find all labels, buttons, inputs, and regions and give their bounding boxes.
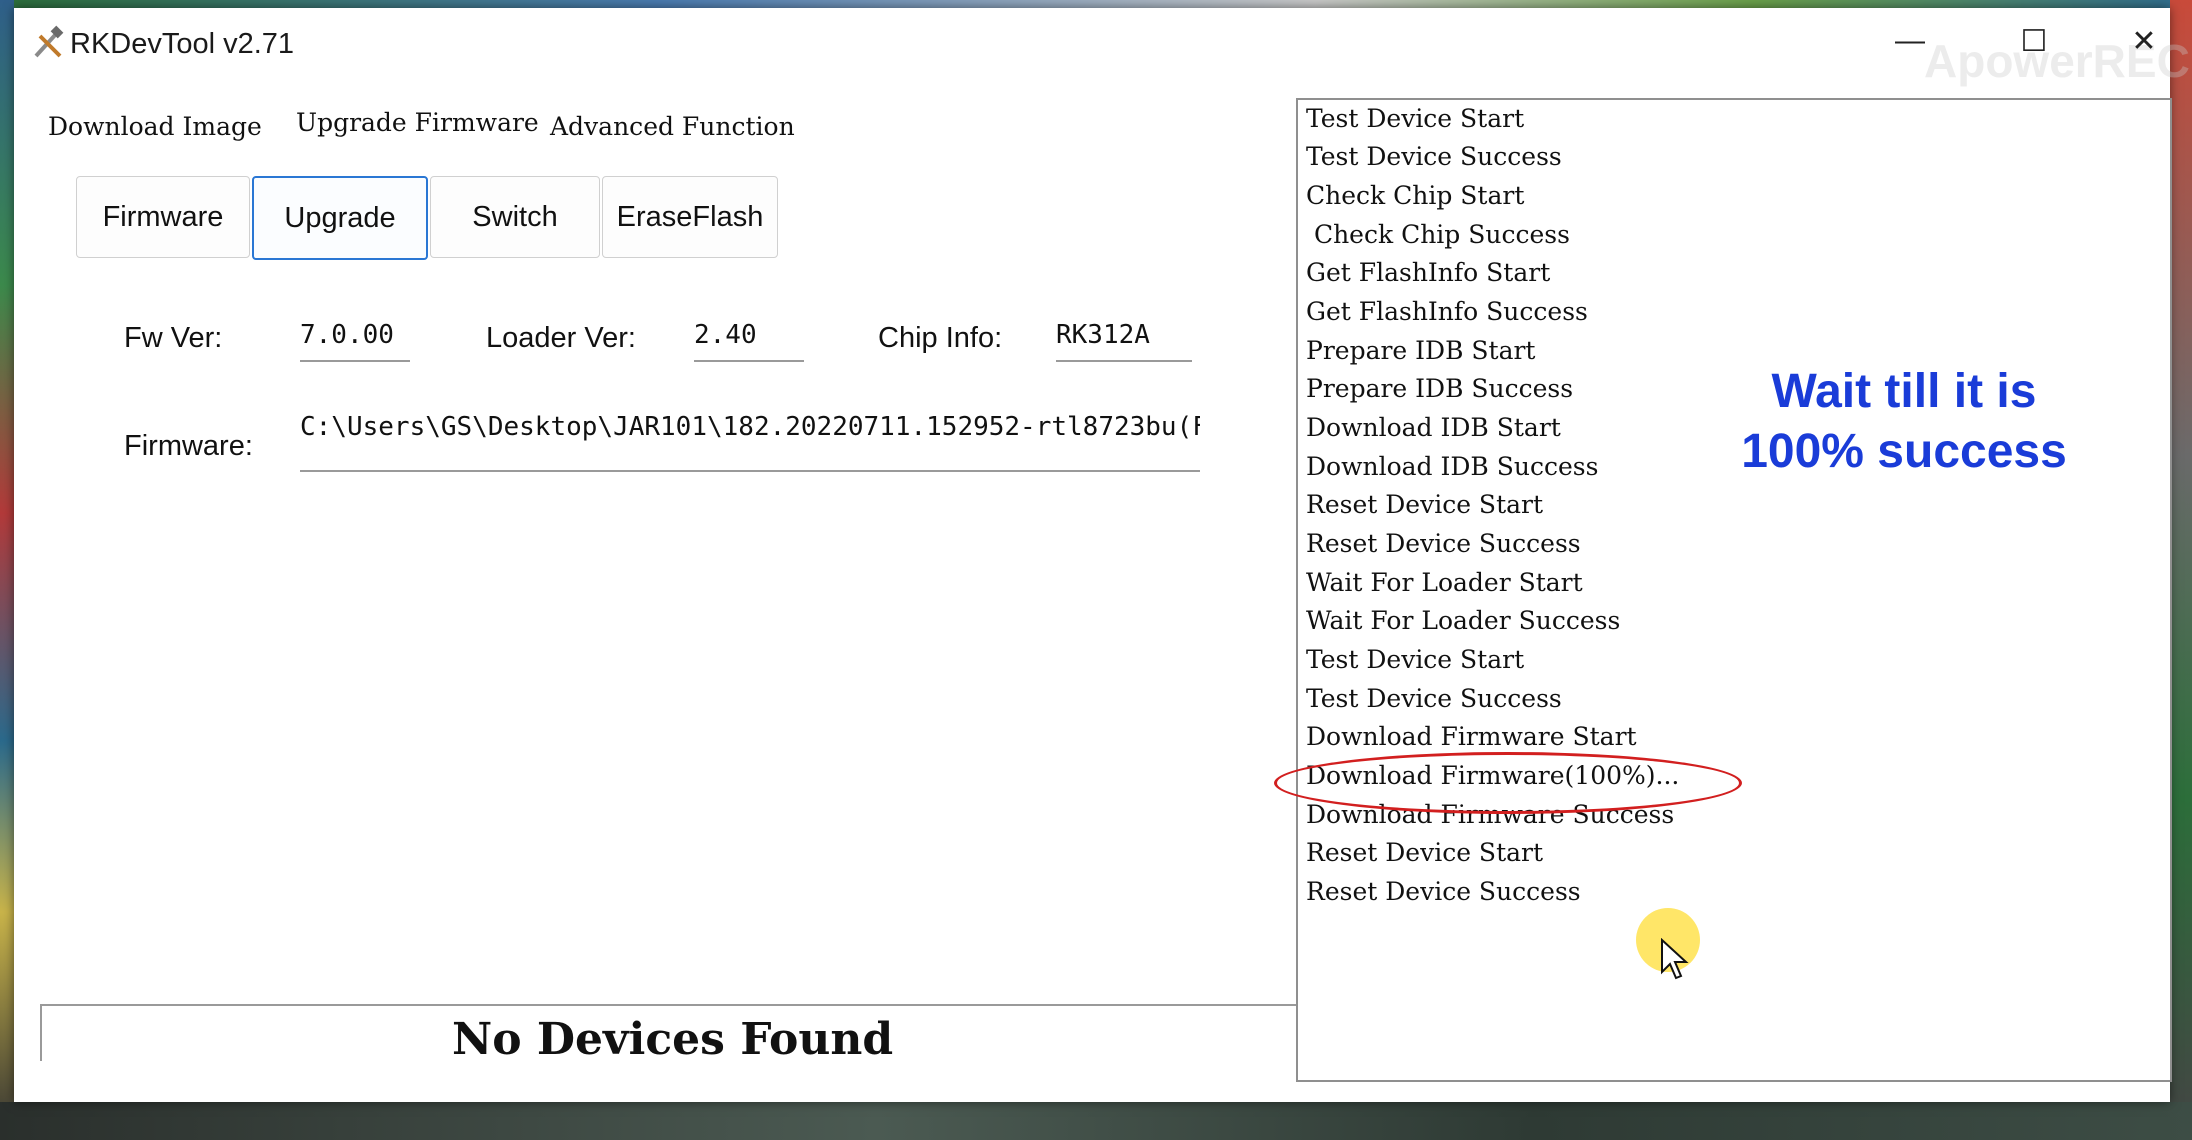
firmware-label: Firmware: <box>124 430 253 462</box>
log-line: Reset Device Start <box>1306 490 1544 519</box>
firmware-button[interactable]: Firmware <box>76 176 250 258</box>
loader-ver-value: 2.40 <box>694 320 804 362</box>
chip-info-label: Chip Info: <box>878 322 1003 354</box>
desktop-background-right <box>2170 0 2192 1140</box>
annotation-line-2: 100% success <box>1741 425 2067 478</box>
log-line: Test Device Start <box>1306 645 1525 674</box>
log-line: Check Chip Success <box>1306 220 1570 249</box>
switch-button[interactable]: Switch <box>430 176 600 258</box>
log-line: Download IDB Success <box>1306 452 1599 481</box>
log-line: Test Device Start <box>1306 104 1525 133</box>
log-line: Get FlashInfo Start <box>1306 258 1551 287</box>
log-line: Test Device Success <box>1306 684 1562 713</box>
log-line: Reset Device Success <box>1306 529 1581 558</box>
tab-upgrade-firmware[interactable]: Upgrade Firmware <box>288 104 547 141</box>
log-line: Wait For Loader Start <box>1306 568 1583 597</box>
log-line: Prepare IDB Start <box>1306 336 1536 365</box>
mouse-pointer-icon <box>1661 938 1689 980</box>
log-line: Check Chip Start <box>1306 181 1525 210</box>
chip-info-value: RK312A <box>1056 320 1192 362</box>
tab-advanced-function[interactable]: Advanced Function <box>542 108 803 145</box>
title-bar[interactable]: RKDevTool v2.71 ApowerREC — ☐ ✕ <box>14 8 2190 87</box>
log-line: Reset Device Start <box>1306 838 1544 867</box>
log-line: Download IDB Start <box>1306 413 1561 442</box>
window-title: RKDevTool v2.71 <box>70 28 295 60</box>
fw-ver-label: Fw Ver: <box>124 322 223 354</box>
fw-ver-value: 7.0.00 <box>300 320 410 362</box>
desktop-taskbar <box>0 1102 2192 1140</box>
close-button[interactable]: ✕ <box>2114 16 2174 66</box>
log-line: Download Firmware Start <box>1306 722 1637 751</box>
log-line: Wait For Loader Success <box>1306 606 1621 635</box>
upgrade-button[interactable]: Upgrade <box>252 176 428 260</box>
rkdevtool-window: RKDevTool v2.71 ApowerREC — ☐ ✕ Download… <box>14 8 2190 1102</box>
firmware-path-field[interactable]: C:\Users\GS\Desktop\JAR101\182.20220711.… <box>300 412 1200 472</box>
loader-ver-label: Loader Ver: <box>486 322 636 354</box>
highlight-ellipse <box>1274 752 1742 814</box>
annotation-line-1: Wait till it is <box>1771 365 2037 418</box>
device-status-text: No Devices Found <box>452 1014 894 1065</box>
minimize-button[interactable]: — <box>1880 16 1940 66</box>
tab-download-image[interactable]: Download Image <box>40 108 270 145</box>
desktop-background-left <box>0 0 14 1140</box>
log-line: Test Device Success <box>1306 142 1562 171</box>
maximize-button[interactable]: ☐ <box>2004 16 2064 66</box>
eraseflash-button[interactable]: EraseFlash <box>602 176 778 258</box>
log-line: Reset Device Success <box>1306 877 1581 906</box>
log-panel[interactable]: Test Device Start Test Device Success Ch… <box>1296 98 2172 1082</box>
app-tools-icon <box>34 25 64 58</box>
log-line: Prepare IDB Success <box>1306 374 1574 403</box>
log-line: Get FlashInfo Success <box>1306 297 1588 326</box>
instruction-annotation: Wait till it is 100% success <box>1694 362 2114 482</box>
